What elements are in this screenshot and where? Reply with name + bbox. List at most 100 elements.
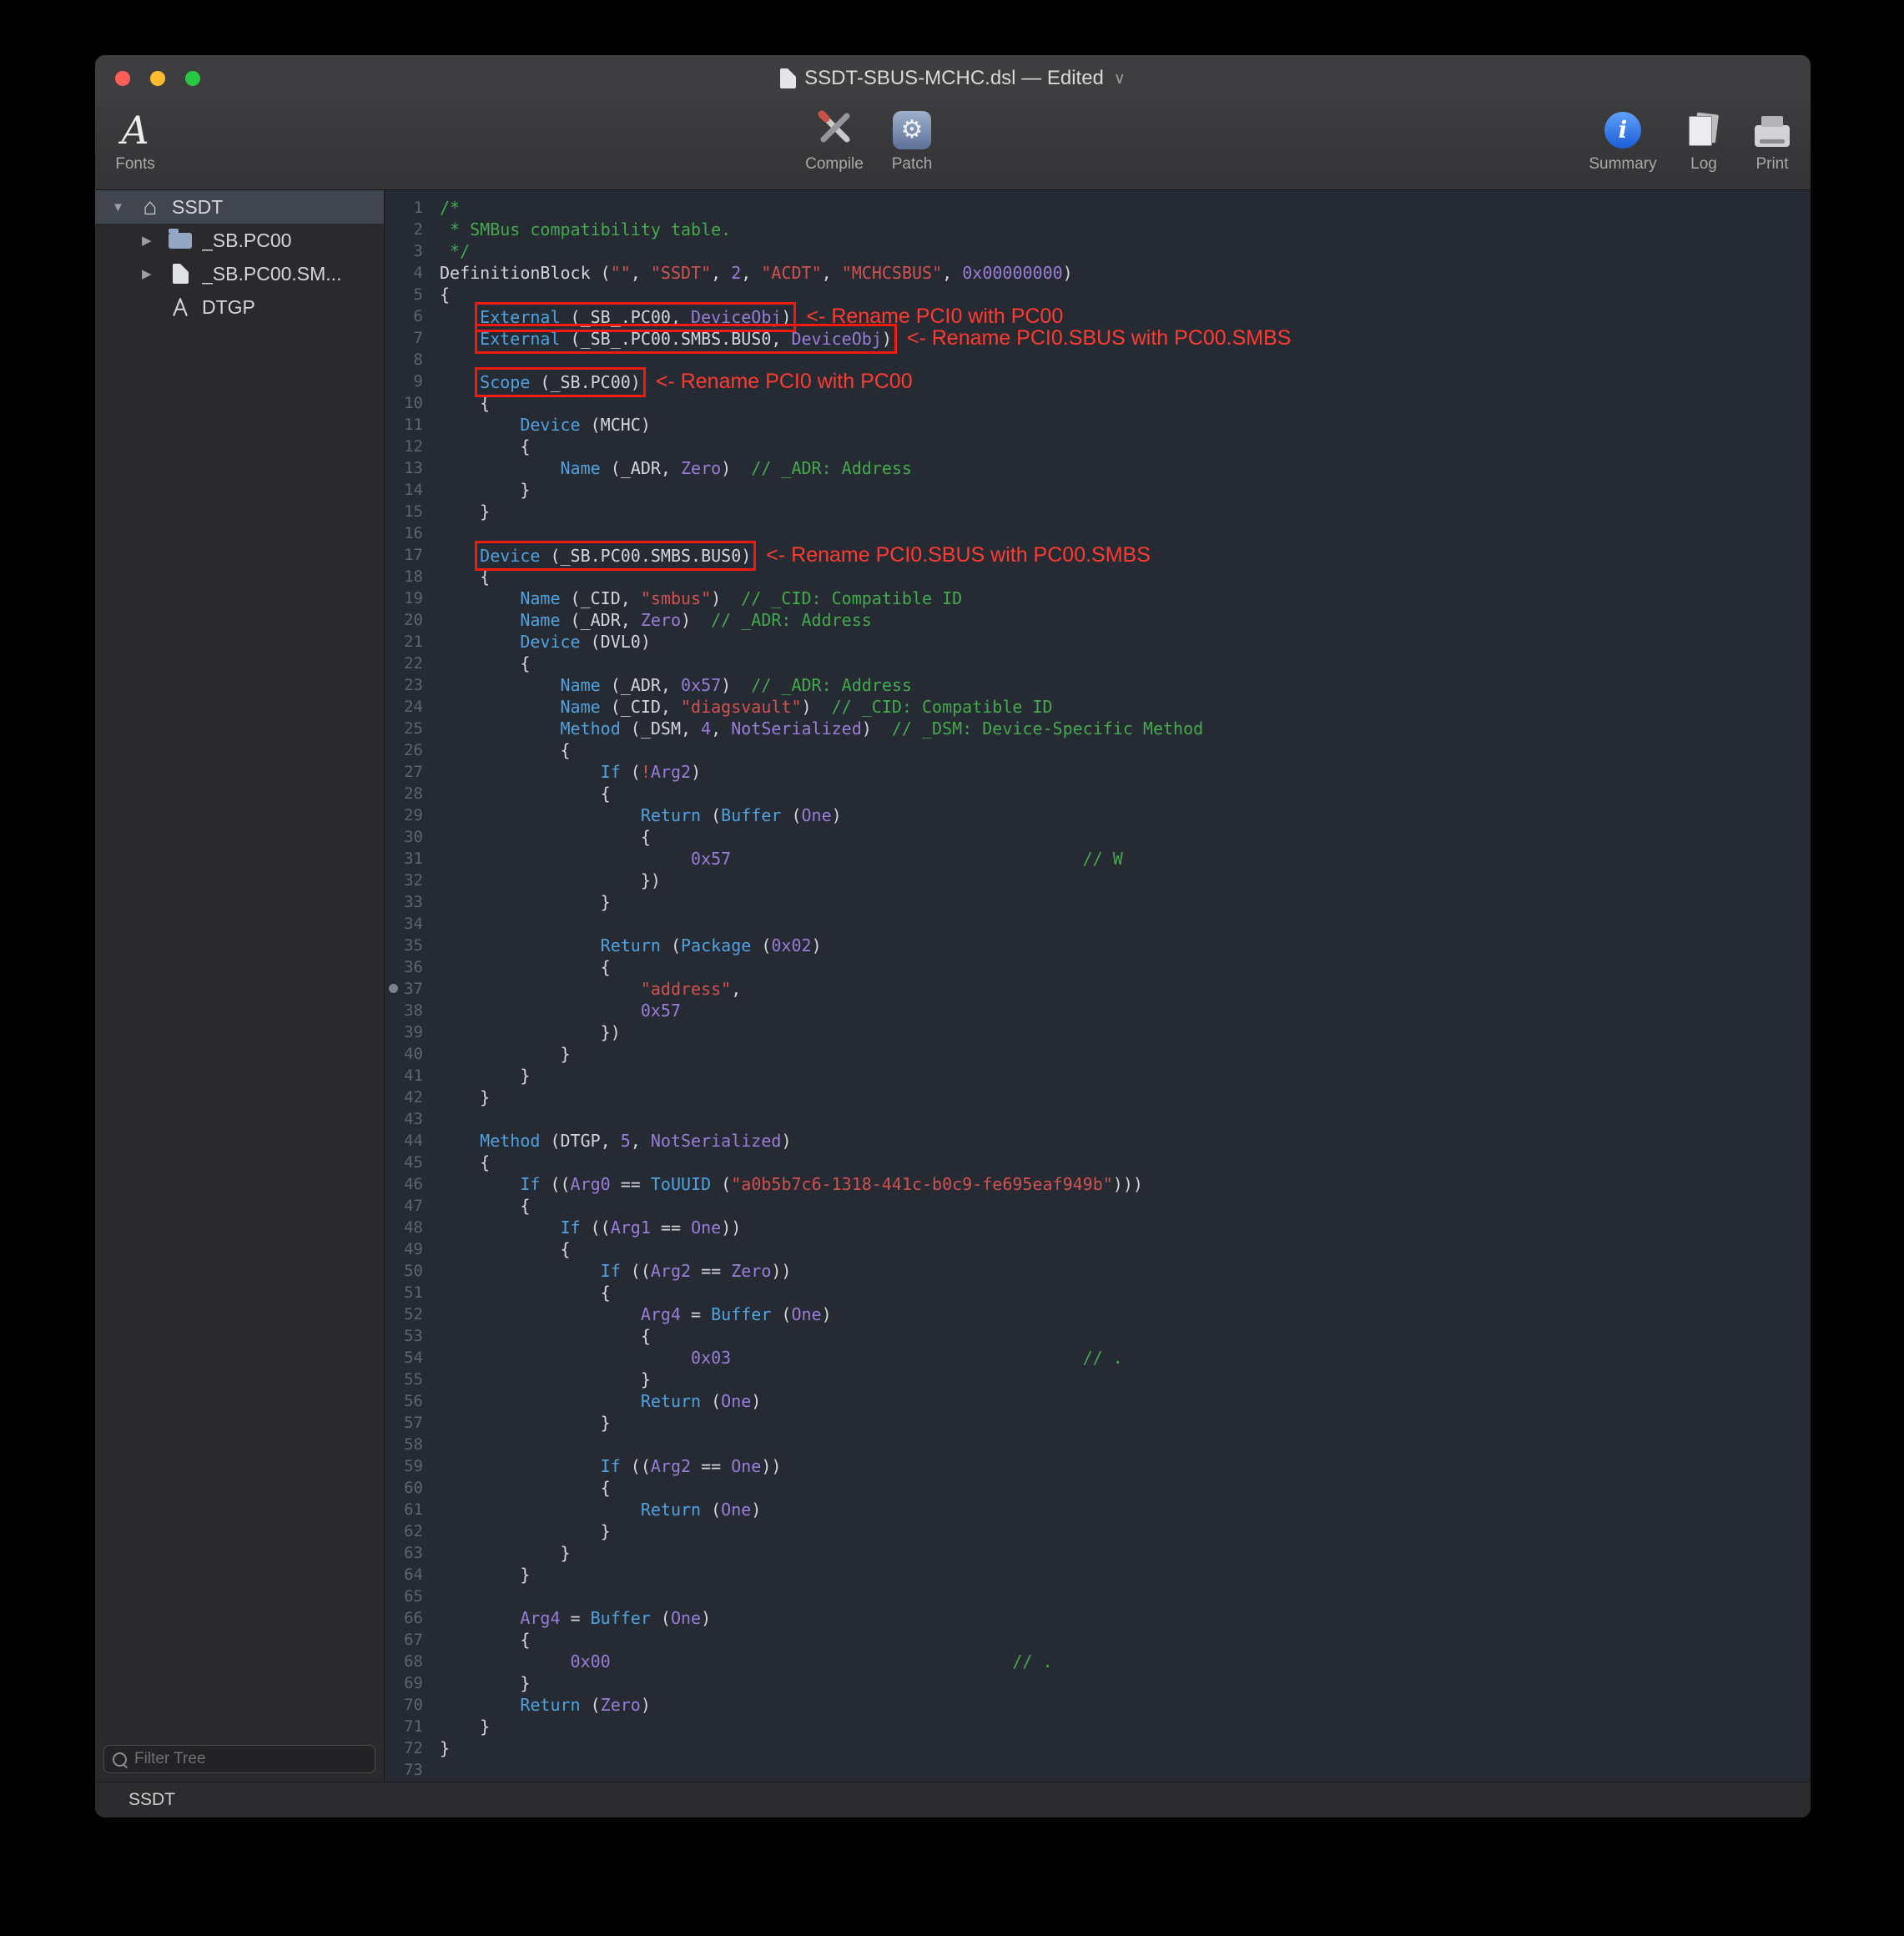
code-line[interactable]: 0x57: [440, 1000, 1811, 1021]
code-line[interactable]: }: [440, 1065, 1811, 1086]
window-content: ▼⌂SSDT▶_SB.PC00▶_SB.PC00.SM...DTGP Filte…: [95, 190, 1811, 1782]
code-line[interactable]: {: [440, 566, 1811, 587]
code-line[interactable]: {: [440, 956, 1811, 978]
code-line[interactable]: [440, 522, 1811, 544]
code-line[interactable]: }: [440, 1369, 1811, 1390]
code-line[interactable]: {: [440, 392, 1811, 414]
code-line[interactable]: If ((Arg0 == ToUUID ("a0b5b7c6-1318-441c…: [440, 1173, 1811, 1195]
code-line[interactable]: {: [440, 826, 1811, 848]
code-line[interactable]: Name (_ADR, Zero) // _ADR: Address: [440, 609, 1811, 631]
disclosure-triangle-icon[interactable]: ▶: [142, 233, 165, 248]
zoom-window-button[interactable]: [185, 71, 200, 86]
code-line[interactable]: Arg4 = Buffer (One): [440, 1607, 1811, 1629]
code-line[interactable]: {: [440, 1195, 1811, 1217]
code-line[interactable]: External (_SB_.PC00, DeviceObj)<- Rename…: [440, 305, 1811, 327]
code-line[interactable]: If ((Arg2 == One)): [440, 1455, 1811, 1477]
code-line[interactable]: }: [440, 501, 1811, 522]
sidebar-item-sb-pc00-sm[interactable]: ▶_SB.PC00.SM...: [95, 257, 384, 290]
code-line[interactable]: Return (Package (0x02): [440, 935, 1811, 956]
code-line[interactable]: Scope (_SB.PC00)<- Rename PCI0 with PC00: [440, 371, 1811, 392]
code-line[interactable]: 0x03 // .: [440, 1347, 1811, 1369]
compile-button[interactable]: Compile: [784, 107, 884, 174]
titlebar[interactable]: SSDT-SBUS-MCHC.dsl — Edited ∨: [95, 55, 1811, 102]
close-window-button[interactable]: [115, 71, 130, 86]
sidebar-item-dtgp[interactable]: DTGP: [95, 290, 384, 324]
code-line[interactable]: {: [440, 436, 1811, 457]
code-line[interactable]: {: [440, 1629, 1811, 1651]
sidebar-item-ssdt[interactable]: ▼⌂SSDT: [95, 190, 384, 224]
summary-button[interactable]: i Summary: [1577, 107, 1669, 174]
patch-button[interactable]: ⚙ Patch: [874, 107, 950, 174]
code-line[interactable]: Name (_CID, "smbus") // _CID: Compatible…: [440, 587, 1811, 609]
code-line[interactable]: Return (Buffer (One): [440, 804, 1811, 826]
code-line[interactable]: Device (MCHC): [440, 414, 1811, 436]
code-line[interactable]: Method (_DSM, 4, NotSerialized) // _DSM:…: [440, 718, 1811, 739]
code-line[interactable]: }: [440, 891, 1811, 913]
code-line[interactable]: [440, 913, 1811, 935]
code-line[interactable]: {: [440, 1325, 1811, 1347]
code-line[interactable]: {: [440, 1282, 1811, 1303]
code-line[interactable]: Device (_SB.PC00.SMBS.BUS0)<- Rename PCI…: [440, 544, 1811, 566]
code-line[interactable]: "address",: [440, 978, 1811, 1000]
code-line[interactable]: }: [440, 1520, 1811, 1542]
code-line[interactable]: }: [440, 1542, 1811, 1564]
disclosure-triangle-icon[interactable]: ▼: [112, 200, 135, 214]
code-line[interactable]: {: [440, 653, 1811, 674]
code-line[interactable]: [440, 1108, 1811, 1130]
code-line[interactable]: }): [440, 870, 1811, 891]
code-line[interactable]: }: [440, 479, 1811, 501]
code-line[interactable]: Name (_CID, "diagsvault") // _CID: Compa…: [440, 696, 1811, 718]
code-line[interactable]: Return (One): [440, 1390, 1811, 1412]
code-line[interactable]: Name (_ADR, Zero) // _ADR: Address: [440, 457, 1811, 479]
code-line[interactable]: */: [440, 240, 1811, 262]
code-line[interactable]: {: [440, 1152, 1811, 1173]
code-line[interactable]: {: [440, 1238, 1811, 1260]
disclosure-triangle-icon[interactable]: ▶: [142, 266, 165, 281]
code-line[interactable]: Return (Zero): [440, 1694, 1811, 1716]
code-line[interactable]: }): [440, 1021, 1811, 1043]
code-line[interactable]: Method (DTGP, 5, NotSerialized): [440, 1130, 1811, 1152]
code-token: [440, 1131, 480, 1151]
code-line[interactable]: If ((Arg1 == One)): [440, 1217, 1811, 1238]
filter-tree-input[interactable]: Filter Tree: [103, 1745, 375, 1773]
code-line[interactable]: {: [440, 739, 1811, 761]
minimize-window-button[interactable]: [150, 71, 165, 86]
fonts-button[interactable]: A Fonts: [97, 107, 174, 174]
code-line[interactable]: {: [440, 284, 1811, 305]
code-line[interactable]: {: [440, 783, 1811, 804]
code-line[interactable]: External (_SB_.PC00.SMBS.BUS0, DeviceObj…: [440, 327, 1811, 349]
code-line[interactable]: Return (One): [440, 1499, 1811, 1520]
window-title-group[interactable]: SSDT-SBUS-MCHC.dsl — Edited ∨: [780, 67, 1126, 90]
code-line[interactable]: }: [440, 1672, 1811, 1694]
code-line[interactable]: }: [440, 1564, 1811, 1586]
code-line[interactable]: Name (_ADR, 0x57) // _ADR: Address: [440, 674, 1811, 696]
sidebar-item-sb-pc00[interactable]: ▶_SB.PC00: [95, 224, 384, 257]
code-line[interactable]: }: [440, 1737, 1811, 1759]
code-line[interactable]: }: [440, 1043, 1811, 1065]
print-button[interactable]: Print: [1737, 107, 1807, 174]
code-line[interactable]: }: [440, 1086, 1811, 1108]
code-line[interactable]: * SMBus compatibility table.: [440, 219, 1811, 240]
code-line[interactable]: Device (DVL0): [440, 631, 1811, 653]
code-line[interactable]: [440, 349, 1811, 371]
code-line[interactable]: 0x00 // .: [440, 1651, 1811, 1672]
code-line[interactable]: {: [440, 1477, 1811, 1499]
code-line[interactable]: [440, 1759, 1811, 1781]
code-line[interactable]: Arg4 = Buffer (One): [440, 1303, 1811, 1325]
chevron-down-icon[interactable]: ∨: [1114, 69, 1126, 88]
code-token: Return: [601, 935, 661, 955]
code-line[interactable]: DefinitionBlock ("", "SSDT", 2, "ACDT", …: [440, 262, 1811, 284]
line-number: 49: [385, 1238, 431, 1260]
code-line[interactable]: [440, 1434, 1811, 1455]
line-number: 56: [385, 1390, 431, 1412]
code-editor[interactable]: 1234567891011121314151617181920212223242…: [385, 190, 1811, 1782]
code-line[interactable]: }: [440, 1716, 1811, 1737]
code-line[interactable]: /*: [440, 197, 1811, 219]
code-line[interactable]: If ((Arg2 == Zero)): [440, 1260, 1811, 1282]
log-button[interactable]: Log: [1670, 107, 1737, 174]
code-line[interactable]: If (!Arg2): [440, 761, 1811, 783]
code-area[interactable]: /* * SMBus compatibility table. */Defini…: [431, 190, 1811, 1782]
code-line[interactable]: }: [440, 1412, 1811, 1434]
code-line[interactable]: 0x57 // W: [440, 848, 1811, 870]
code-line[interactable]: [440, 1586, 1811, 1607]
